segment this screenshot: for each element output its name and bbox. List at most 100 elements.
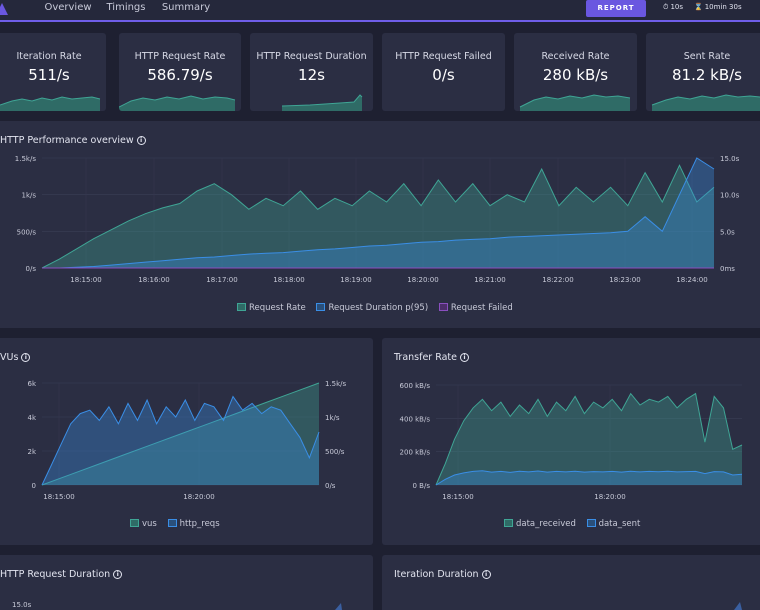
y-tick-label: 1.5k/s: [15, 155, 37, 163]
sparkline: [0, 96, 101, 111]
stat-value: 280 kB/s: [542, 66, 609, 84]
x-tick-label: 18:15:00: [70, 276, 101, 284]
x-tick-label: 18:17:00: [206, 276, 237, 284]
hourglass-icon: ⌛: [694, 3, 703, 11]
stat-title: Iteration Rate: [16, 51, 82, 62]
y-right-tick-label: 5.0s: [720, 228, 735, 236]
y-tick-label: 0/s: [26, 265, 37, 273]
y-right-tick-label: 0/s: [325, 482, 336, 490]
stat-title: HTTP Request Duration: [256, 51, 367, 62]
stat-value: 81.2 kB/s: [671, 66, 742, 84]
x-tick-label: 18:15:00: [442, 493, 473, 501]
iteration-chart-preview: [734, 602, 742, 610]
sparkline: [519, 94, 631, 111]
info-icon[interactable]: i: [136, 136, 146, 145]
x-tick-label: 18:20:00: [183, 493, 214, 501]
stat-value: 12s: [298, 66, 325, 84]
stat-title: HTTP Request Rate: [134, 51, 226, 62]
x-tick-label: 18:20:00: [594, 493, 625, 501]
y-tick-label: 2k: [27, 448, 36, 456]
panel-http-performance: HTTP Performance overview i 0/s 500/s 1k/s 1…: [0, 121, 760, 328]
stat-card-http-request-failed: HTTP Request Failed 0/s: [382, 33, 505, 111]
x-tick-label: 18:24:00: [676, 276, 707, 284]
stat-value: 511/s: [28, 66, 70, 84]
y-tick-label: 400 kB/s: [400, 415, 431, 423]
tab-timings[interactable]: Timings: [101, 0, 151, 16]
legend-data-sent[interactable]: data_sent: [586, 519, 640, 529]
top-bar: Overview Timings Summary REPORT ⏱ 10s ⌛ 10…: [0, 0, 760, 22]
info-icon[interactable]: i: [460, 353, 470, 362]
y-right-tick-label: 0ms: [720, 265, 735, 273]
stat-title: Sent Rate: [683, 51, 731, 62]
panel-title: HTTP Performance overview i: [0, 135, 146, 146]
stat-card-http-request-duration: HTTP Request Duration 12s: [250, 33, 373, 111]
x-tick-label: 18:18:00: [273, 276, 304, 284]
performance-chart: 0/s 500/s 1k/s 1.5k/s 0ms 5.0s 10.0s 15.0s 18:15…: [15, 155, 740, 284]
period-value: 10s: [670, 3, 684, 11]
sparkline: [651, 94, 760, 111]
legend-vus[interactable]: vus: [130, 519, 157, 529]
legend-data-received[interactable]: data_received: [504, 519, 576, 529]
y-tick-label: 4k: [27, 414, 36, 422]
duration-value: 10min 30s: [704, 3, 742, 11]
y-tick-label: 200 kB/s: [400, 449, 431, 457]
y-tick-label: 500/s: [17, 228, 37, 236]
panel-vus: VUs i 0 2k 4k 6k 0/s 500/s 1k/s 1.5k/s 18:15:00 18…: [0, 338, 373, 545]
transfer-legend: data_received data_sent: [504, 519, 648, 529]
panel-title-text: HTTP Performance overview: [0, 135, 134, 146]
legend-request-rate[interactable]: Request Rate: [237, 303, 306, 313]
duration-chart-preview: [335, 603, 342, 610]
x-tick-label: 18:20:00: [407, 276, 438, 284]
y-tick-label: 600 kB/s: [400, 382, 431, 390]
x-tick-label: 18:16:00: [138, 276, 169, 284]
k6-logo-icon: [0, 3, 8, 15]
panel-title: VUs i: [0, 352, 31, 363]
stat-card-http-request-rate: HTTP Request Rate 586.79/s: [119, 33, 241, 111]
stat-title: HTTP Request Failed: [395, 51, 492, 62]
vus-chart: 0 2k 4k 6k 0/s 500/s 1k/s 1.5k/s 18:15:00 18:20:0…: [27, 380, 347, 501]
x-tick-label: 18:19:00: [340, 276, 371, 284]
stat-card-iteration-rate: Iteration Rate 511/s: [0, 33, 106, 111]
legend-http-reqs[interactable]: http_reqs: [167, 519, 220, 529]
y-right-tick-label: 1k/s: [325, 414, 340, 422]
series-area-http-reqs: [42, 396, 319, 485]
y-right-tick-label: 500/s: [325, 448, 345, 456]
x-tick-label: 18:21:00: [474, 276, 505, 284]
report-button[interactable]: REPORT: [586, 0, 646, 17]
legend-request-duration[interactable]: Request Duration p(95): [316, 303, 428, 313]
panel-title-text: Transfer Rate: [394, 352, 458, 363]
tab-summary[interactable]: Summary: [158, 0, 214, 16]
y-tick-label: 0: [32, 482, 36, 490]
period-indicator: ⏱ 10s: [663, 2, 683, 12]
series-area-data-sent: [436, 470, 742, 485]
stat-card-sent-rate: Sent Rate 81.2 kB/s: [646, 33, 760, 111]
y-tick-label: 6k: [27, 380, 36, 388]
performance-legend: Request Rate Request Duration p(95) Requ…: [237, 303, 521, 313]
y-right-tick-label: 15.0s: [720, 155, 740, 163]
y-tick-label: 1k/s: [21, 192, 36, 200]
sparkline: [281, 94, 363, 111]
stat-value: 586.79/s: [147, 66, 213, 84]
y-right-tick-label: 10.0s: [720, 192, 740, 200]
panel-iteration-duration: Iteration Duration i: [382, 555, 760, 610]
x-tick-label: 18:22:00: [542, 276, 573, 284]
x-tick-label: 18:23:00: [609, 276, 640, 284]
legend-request-failed[interactable]: Request Failed: [438, 303, 513, 313]
stat-title: Received Rate: [541, 51, 610, 62]
y-tick-label: 0 B/s: [413, 482, 431, 490]
tab-overview[interactable]: Overview: [38, 0, 98, 16]
stat-value: 0/s: [432, 66, 455, 84]
panel-title-text: VUs: [0, 352, 19, 363]
transfer-chart: 0 B/s 200 kB/s 400 kB/s 600 kB/s 18:15:00 18:…: [400, 382, 743, 501]
panel-title: Transfer Rate i: [394, 352, 470, 363]
y-right-tick-label: 1.5k/s: [325, 380, 347, 388]
panel-http-request-duration: HTTP Request Duration i 15.0s: [0, 555, 373, 610]
stat-card-received-rate: Received Rate 280 kB/s: [514, 33, 637, 111]
stopwatch-icon: ⏱: [663, 3, 669, 11]
sparkline: [119, 95, 236, 111]
duration-indicator: ⌛ 10min 30s: [694, 2, 742, 12]
info-icon[interactable]: i: [21, 353, 31, 362]
x-tick-label: 18:15:00: [43, 493, 74, 501]
vus-legend: vus http_reqs: [130, 519, 228, 529]
panel-transfer-rate: Transfer Rate i 0 B/s 200 kB/s 400 kB/s 600 …: [382, 338, 760, 545]
